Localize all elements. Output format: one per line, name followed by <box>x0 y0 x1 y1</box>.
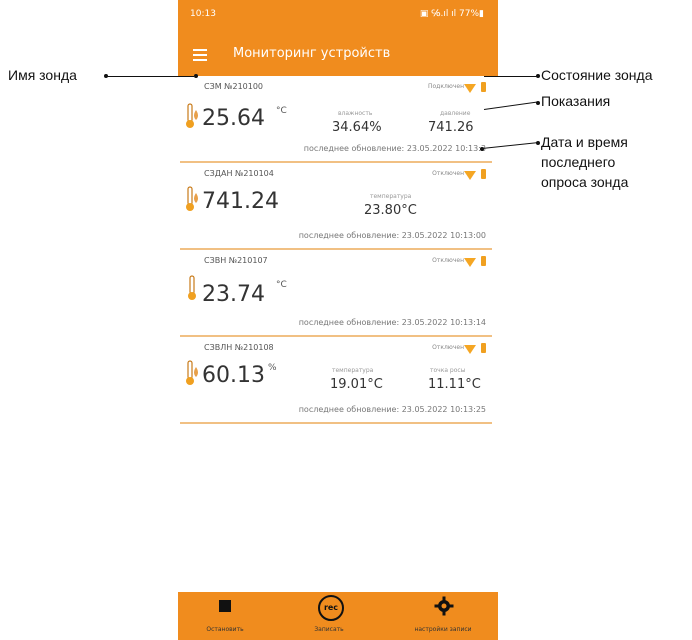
status-icons: ▣ ℅.ıl ıl 77%▮ <box>419 9 484 19</box>
record-button[interactable]: rec Записать <box>302 592 356 640</box>
annotation-dot <box>194 74 198 78</box>
status-bar: 10:13 ▣ ℅.ıl ıl 77%▮ <box>178 0 498 36</box>
probe-name: СЗВН №210107 <box>204 256 268 265</box>
last-updated-value: 23.05.2022 10:13:00 <box>401 231 486 240</box>
last-updated-value: 23.05.2022 10:13:14 <box>401 318 486 327</box>
reading-value: 11.11°C <box>428 377 481 392</box>
record-settings-label: настройки записи <box>414 626 472 633</box>
thermometer-humidity-icon <box>186 360 198 385</box>
last-updated-label: последнее обновление: <box>303 144 405 153</box>
probe-card[interactable]: СЗВН №210107 Отключен 23.74 °C последнее… <box>180 250 492 337</box>
probe-state: Подключен <box>428 83 464 90</box>
annotation-probe-name: Имя зонда <box>8 67 77 83</box>
stop-label: Остановить <box>206 626 244 633</box>
battery-icon <box>481 82 486 92</box>
main-value: 25.64 <box>202 106 265 131</box>
last-updated: последнее обновление: 23.05.2022 10:13:2… <box>299 405 486 414</box>
annotation-line <box>484 76 538 77</box>
bottom-bar: Остановить rec Записать настройки записи <box>178 592 498 640</box>
thermometer-pressure-icon <box>186 186 198 211</box>
signal-icon <box>464 84 476 93</box>
reading-value: 741.26 <box>428 120 474 135</box>
signal-icon <box>464 345 476 354</box>
reading-label: точка росы <box>430 367 466 374</box>
main-unit: °C <box>276 280 287 290</box>
signal-icon <box>464 171 476 180</box>
annotation-line <box>106 76 194 77</box>
hamburger-menu-icon[interactable] <box>193 49 207 61</box>
probe-card[interactable]: СЗМ №210100 Подключен 25.64 °C влажность… <box>180 76 492 163</box>
annotation-dot <box>480 147 484 151</box>
probe-card[interactable]: СЗВЛН №210108 Отключен 60.13 % температу… <box>180 337 492 424</box>
reading-label: температура <box>332 367 374 374</box>
annotation-dot <box>536 74 540 78</box>
thermometer-humidity-icon <box>186 103 198 128</box>
record-icon: rec <box>318 595 344 621</box>
main-unit: % <box>268 363 277 373</box>
last-updated-label: последнее обновление: <box>298 231 400 240</box>
reading-value: 19.01°C <box>330 377 383 392</box>
app-bar: Мониторинг устройств <box>178 36 498 76</box>
reading-label: давление <box>440 110 471 117</box>
annotation-dot <box>536 101 540 105</box>
last-updated-label: последнее обновление: <box>298 318 400 327</box>
last-updated: последнее обновление: 23.05.2022 10:13:1… <box>299 318 486 327</box>
reading-value: 23.80°C <box>364 203 417 218</box>
annotation-dot <box>536 141 540 145</box>
probe-state: Отключен <box>432 257 464 264</box>
thermometer-icon <box>188 275 196 300</box>
last-updated: последнее обновление: 23.05.2022 10:13:3 <box>304 144 486 153</box>
last-updated: последнее обновление: 23.05.2022 10:13:0… <box>299 231 486 240</box>
annotation-readings: Показания <box>541 93 611 109</box>
status-time: 10:13 <box>190 9 216 19</box>
reading-label: влажность <box>338 110 373 117</box>
reading-value: 34.64% <box>332 120 382 135</box>
annotation-dot <box>104 74 108 78</box>
annotation-datetime: Дата и время последнего опроса зонда <box>541 134 629 190</box>
gear-icon <box>434 596 454 616</box>
reading-label: температура <box>370 193 412 200</box>
probe-name: СЗВЛН №210108 <box>204 343 274 352</box>
main-unit: °C <box>276 106 287 116</box>
last-updated-value: 23.05.2022 10:13:25 <box>401 405 486 414</box>
main-value: 60.13 <box>202 363 265 388</box>
last-updated-label: последнее обновление: <box>298 405 400 414</box>
record-label: Записать <box>314 626 344 633</box>
annotation-probe-state: Состояние зонда <box>541 67 653 83</box>
last-updated-value: 23.05.2022 10:13:3 <box>406 144 486 153</box>
probe-card[interactable]: СЗДАН №210104 Отключен 741.24 температур… <box>180 163 492 250</box>
probe-state: Отключен <box>432 344 464 351</box>
app-title: Мониторинг устройств <box>233 46 391 61</box>
battery-icon <box>481 169 486 179</box>
record-settings-button[interactable]: настройки записи <box>414 592 472 640</box>
probe-state: Отключен <box>432 170 464 177</box>
battery-icon <box>481 256 486 266</box>
probe-name: СЗДАН №210104 <box>204 169 274 178</box>
stop-icon <box>219 600 231 612</box>
battery-icon <box>481 343 486 353</box>
phone-screen: 10:13 ▣ ℅.ıl ıl 77%▮ Мониторинг устройст… <box>178 0 498 640</box>
probe-name: СЗМ №210100 <box>204 82 264 91</box>
stop-button[interactable]: Остановить <box>198 592 252 640</box>
main-value: 23.74 <box>202 282 265 307</box>
signal-icon <box>464 258 476 267</box>
main-value: 741.24 <box>202 189 279 214</box>
